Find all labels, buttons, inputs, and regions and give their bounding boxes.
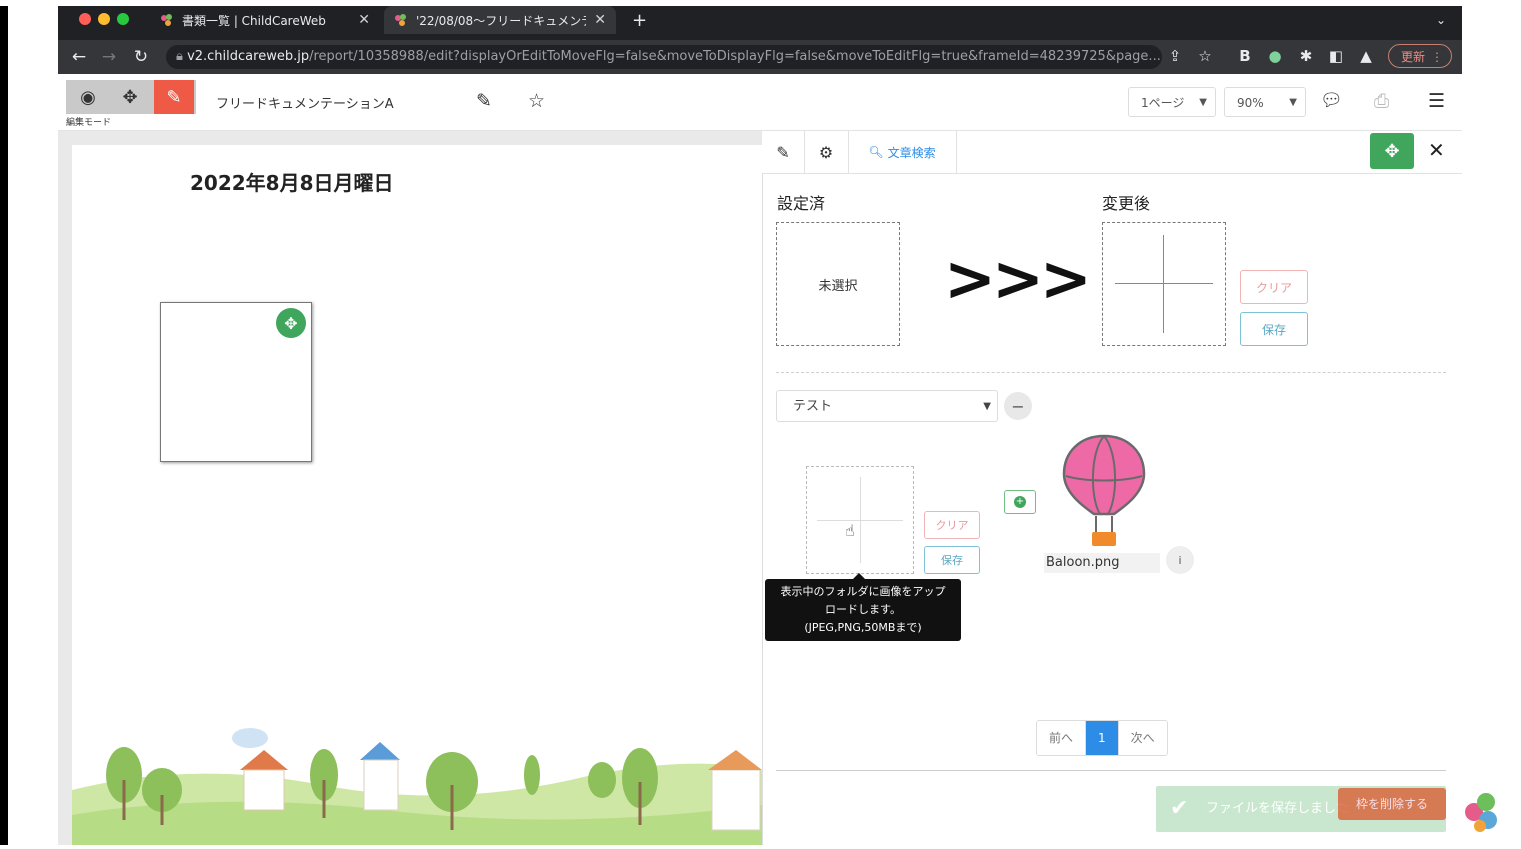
panel-move-button[interactable]: ✥ [1370, 133, 1414, 169]
chevron-down-icon: ▼ [1289, 97, 1297, 108]
address-bar[interactable]: 🔒︎ v2.childcareweb.jp/report/10358988/ed… [166, 45, 1162, 69]
hamburger-menu-icon[interactable]: ☰ [1428, 90, 1445, 112]
section-divider [776, 372, 1446, 373]
upload-drop-area[interactable]: ☝ [806, 466, 914, 574]
pagination: 前へ 1 次へ [1036, 720, 1168, 756]
panel-close-icon[interactable]: ✕ [1428, 138, 1445, 162]
change-arrows: >>> [944, 242, 1092, 315]
image-info-icon[interactable]: ⅰ [1166, 546, 1194, 574]
reload-icon[interactable]: ↻ [130, 47, 152, 67]
back-icon[interactable]: ← [68, 47, 90, 67]
mode-label: 編集モード [66, 118, 112, 128]
screen-border-bottom [0, 845, 1521, 849]
forward-icon[interactable]: → [98, 47, 120, 67]
screen-border-left [8, 6, 58, 849]
text-search-button[interactable]: 🔍︎ 文章検索 [848, 131, 957, 173]
clear-button[interactable]: クリア [1240, 270, 1308, 304]
settings-gear-icon[interactable]: ⚙ [804, 131, 849, 173]
upload-clear-button[interactable]: クリア [924, 511, 980, 539]
childcareweb-favicon [394, 13, 408, 27]
print-icon[interactable]: ⎙ [1374, 90, 1389, 112]
hand-cursor-icon: ☝ [845, 521, 855, 540]
profile-icon[interactable]: ▲ [1356, 47, 1376, 65]
chevron-down-icon: ▼ [1199, 97, 1207, 108]
image-filename: Baloon.png [1044, 553, 1160, 573]
tab-close-icon[interactable]: ✕ [358, 12, 370, 28]
sidebar-panel-icon[interactable]: ◧ [1326, 47, 1346, 65]
more-menu-icon: ⋮ [1431, 50, 1443, 64]
zoom-select[interactable]: 90% ▼ [1224, 87, 1306, 117]
unselected-text: 未選択 [818, 279, 858, 294]
new-image-box [1102, 222, 1226, 346]
new-tab-button[interactable]: + [622, 6, 652, 34]
check-icon: ✔ [1170, 796, 1189, 821]
extension-globe-icon[interactable]: ● [1265, 47, 1285, 65]
balloon-image-thumbnail[interactable] [1060, 432, 1148, 550]
extension-b-icon[interactable]: B [1235, 47, 1255, 65]
childcareweb-favicon [160, 13, 174, 27]
move-mode-icon[interactable]: ✥ [110, 80, 150, 114]
rename-pencil-icon[interactable]: ✎ [476, 90, 492, 112]
frame-move-icon[interactable]: ✥ [276, 308, 306, 338]
browser-tab-2-active[interactable]: '22/08/08〜フリードキュメンテ… ✕ [384, 6, 616, 34]
search-icon: 🔍︎ [868, 145, 884, 159]
tab-title: 書類一覧 | ChildCareWeb [182, 13, 326, 28]
crosshair-vertical [1163, 235, 1164, 333]
upload-tooltip: 表示中のフォルダに画像をアップ ロードします。 (JPEG,PNG,50MBまで… [765, 573, 961, 641]
tab-close-icon[interactable]: ✕ [594, 12, 606, 28]
document-date[interactable]: 2022年8月8日月曜日 [190, 167, 394, 196]
view-mode-eye-icon[interactable]: ◉ [68, 80, 108, 114]
share-icon[interactable]: ⇪ [1165, 47, 1185, 65]
update-button[interactable]: 更新 ⋮ [1388, 44, 1452, 68]
edit-note-icon[interactable]: ✎ [762, 131, 805, 173]
plus-icon: + [1014, 496, 1026, 508]
window-minimize-dot[interactable] [98, 13, 110, 25]
crosshair-vertical [860, 477, 861, 563]
after-change-label: 変更後 [1102, 194, 1151, 213]
panel-footer-divider [776, 770, 1446, 771]
prev-page-button[interactable]: 前へ [1037, 721, 1087, 755]
remove-folder-button[interactable]: − [1004, 392, 1032, 420]
lock-icon: 🔒︎ [176, 49, 183, 64]
page-select[interactable]: 1ページ ▼ [1128, 87, 1216, 117]
page-1-button[interactable]: 1 [1086, 721, 1119, 755]
comment-icon[interactable]: 💬︎ [1320, 90, 1343, 111]
tab-title: '22/08/08〜フリードキュメンテ… [416, 13, 586, 28]
window-close-dot[interactable] [79, 13, 91, 25]
chevron-down-icon: ▼ [983, 401, 991, 412]
edit-mode-pencil-icon[interactable]: ✎ [154, 80, 194, 114]
window-zoom-dot[interactable] [117, 13, 129, 25]
upload-save-button[interactable]: 保存 [924, 546, 980, 574]
next-page-button[interactable]: 次へ [1118, 721, 1167, 755]
crosshair-horizontal [1115, 283, 1213, 284]
url-host: v2.childcareweb.jp [187, 49, 310, 64]
delete-frame-button[interactable]: 枠を削除する [1338, 788, 1446, 820]
browser-tab-1[interactable]: 書類一覧 | ChildCareWeb ✕ [150, 6, 380, 34]
save-button[interactable]: 保存 [1240, 312, 1308, 346]
current-setting-label: 設定済 [777, 194, 826, 213]
folder-select[interactable]: テスト ▼ [776, 390, 998, 422]
screen-border-right [1462, 6, 1521, 849]
add-image-button[interactable]: + [1004, 490, 1036, 514]
landscape-illustration [72, 728, 762, 845]
extensions-puzzle-icon[interactable]: ✱ [1296, 47, 1316, 65]
bookmark-star-icon[interactable]: ☆ [1195, 47, 1215, 65]
tab-list-chevron-icon[interactable]: ⌄ [1426, 6, 1456, 34]
current-image-box: 未選択 [776, 222, 900, 346]
url-path: /report/10358988/edit?displayOrEditToMov… [309, 49, 1161, 64]
childcareweb-logo [1465, 793, 1497, 832]
document-title: フリードキュメンテーションA [216, 97, 394, 112]
favorite-star-icon[interactable]: ☆ [528, 90, 545, 112]
